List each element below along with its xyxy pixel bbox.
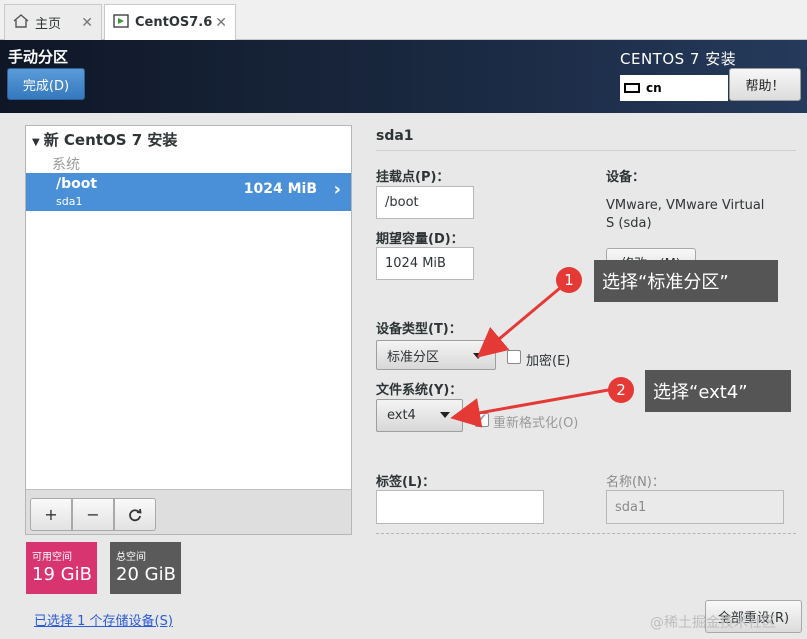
annotation-arrow-1 [476, 281, 567, 358]
close-icon[interactable]: ✕ [81, 15, 93, 31]
page-title: 手动分区 [8, 48, 69, 66]
list-item[interactable]: /boot sda1 1024 MiB › [26, 173, 351, 211]
keyboard-layout-label: cn [646, 81, 662, 95]
encrypt-checkbox[interactable] [507, 350, 521, 364]
filesystem-label: 文件系统(Y)： [376, 383, 463, 398]
close-icon[interactable]: ✕ [215, 15, 227, 31]
device-label: 设备： [606, 170, 646, 185]
done-button[interactable]: 完成(D) [7, 68, 85, 100]
keyboard-layout-indicator[interactable]: cn [620, 75, 728, 101]
capacity-label: 期望容量(D)： [376, 232, 464, 247]
help-button[interactable]: 帮助！ [729, 68, 801, 101]
annotation-badge-2: 2 [608, 377, 634, 403]
chevron-down-icon [473, 353, 483, 359]
partition-name-heading: sda1 [376, 128, 414, 144]
total-space-value: 20 GiB [116, 564, 176, 585]
tab-home-label: 主页 [35, 17, 62, 32]
name-label: 名称(N)： [606, 475, 665, 490]
total-space-label: 总空间 [116, 552, 146, 563]
annotation-callout-2: 选择“ext4” [645, 370, 791, 412]
partition-tree-panel: ▼ 新 CentOS 7 安装 系统 /boot sda1 1024 MiB › … [25, 125, 352, 535]
mount-point-input[interactable]: /boot [376, 186, 474, 219]
name-input: sda1 [606, 490, 784, 524]
size-label: 1024 MiB [243, 181, 317, 197]
tree-title-label: 新 CentOS 7 安装 [43, 131, 178, 149]
mount-point-label: /boot [56, 176, 98, 192]
filesystem-select[interactable]: ext4 [376, 399, 463, 432]
watermark: @稀土掘金技术社区 [650, 615, 776, 631]
mount-point-label: 挂载点(P)： [376, 170, 450, 185]
device-type-label: 设备类型(T)： [376, 322, 462, 337]
chevron-right-icon: › [333, 179, 341, 200]
capacity-input[interactable]: 1024 MiB [376, 247, 474, 280]
tab-home[interactable]: 主页 ✕ [4, 4, 102, 40]
divider [376, 150, 796, 151]
refresh-icon [129, 508, 142, 521]
vm-icon [113, 13, 129, 32]
keyboard-icon [624, 83, 640, 93]
reformat-label: 重新格式化(O) [493, 416, 579, 431]
filesystem-value: ext4 [387, 408, 416, 423]
divider [376, 533, 796, 534]
installer-header: 手动分区 完成(D) CENTOS 7 安装 cn 帮助！ [0, 40, 807, 113]
device-type-select[interactable]: 标准分区 [376, 340, 496, 370]
partition-toolbar: + − [26, 489, 351, 534]
tab-centos[interactable]: CentOS7.6 ✕ [104, 4, 236, 40]
annotation-callout-1: 选择“标准分区” [594, 260, 778, 302]
reformat-checkbox[interactable] [475, 411, 489, 427]
annotation-badge-1: 1 [556, 267, 582, 293]
expander-icon[interactable]: ▼ [32, 137, 40, 148]
tag-label: 标签(L)： [376, 475, 436, 490]
tag-input[interactable] [376, 490, 544, 524]
device-type-value: 标准分区 [387, 349, 440, 365]
chevron-down-icon [440, 412, 450, 418]
refresh-button[interactable] [114, 498, 156, 531]
device-label: sda1 [56, 195, 83, 208]
add-partition-button[interactable]: + [30, 498, 72, 531]
available-space-badge: 可用空间 19 GiB [26, 542, 97, 594]
device-info: VMware, VMware Virtual S (sda) [606, 198, 765, 231]
tab-centos-label: CentOS7.6 [135, 15, 213, 30]
total-space-badge: 总空间 20 GiB [110, 542, 181, 594]
home-icon [13, 13, 29, 32]
encrypt-label: 加密(E) [526, 354, 571, 369]
tree-section-label: 系统 [52, 157, 80, 173]
available-space-label: 可用空间 [32, 552, 72, 563]
available-space-value: 19 GiB [32, 564, 92, 585]
browser-tab-strip: 主页 ✕ CentOS7.6 ✕ [0, 0, 807, 40]
remove-partition-button[interactable]: − [72, 498, 114, 531]
installer-title: CENTOS 7 安装 [620, 50, 737, 68]
tree-title[interactable]: ▼ 新 CentOS 7 安装 [32, 129, 177, 150]
selected-storage-link[interactable]: 已选择 1 个存储设备(S) [34, 610, 173, 629]
